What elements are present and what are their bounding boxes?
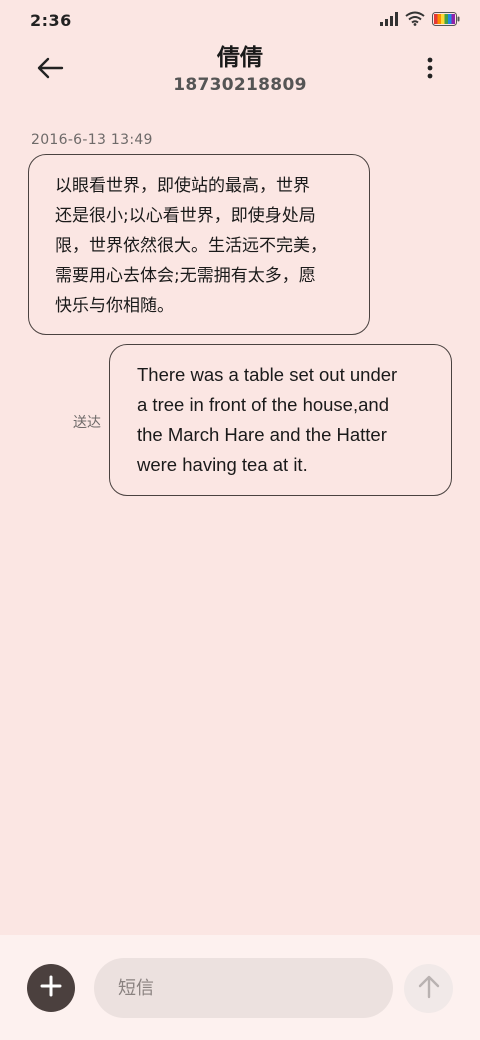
status-time: 2:36 [30, 10, 72, 30]
status-bar: 2:36 [0, 0, 480, 40]
message-line: There was a table set out under [137, 364, 398, 385]
send-arrow-icon [418, 975, 440, 1003]
back-arrow-icon [36, 57, 64, 83]
message-line: 需要用心去体会;无需拥有太多，愿 [55, 266, 316, 286]
message-input[interactable] [94, 958, 393, 1018]
conversation-header: 倩倩 18730218809 [0, 40, 480, 100]
status-icons [380, 11, 460, 30]
more-options-button[interactable] [418, 54, 442, 86]
signal-icon [380, 11, 398, 30]
message-line: 快乐与你相随。 [55, 296, 174, 316]
more-vertical-icon [427, 57, 433, 83]
message-line: 限，世界依然很大。生活远不完美， [55, 236, 327, 256]
message-line: 以眼看世界，即使站的最高，世界 [55, 176, 310, 196]
back-button[interactable] [30, 52, 70, 88]
message-line: 还是很小;以心看世界，即使身处局 [55, 206, 316, 226]
battery-icon [432, 11, 460, 30]
delivery-status: 送达 [73, 415, 101, 431]
attach-button[interactable] [27, 964, 75, 1012]
outgoing-message-bubble[interactable]: There was a table set out under a tree i… [109, 344, 452, 496]
contact-title-block: 倩倩 18730218809 [90, 40, 390, 96]
message-line: were having tea at it. [137, 454, 308, 475]
contact-name: 倩倩 [217, 45, 263, 71]
message-line: the March Hare and the Hatter [137, 424, 387, 445]
message-line: a tree in front of the house,and [137, 394, 389, 415]
contact-number: 18730218809 [173, 75, 307, 95]
send-button[interactable] [404, 964, 453, 1013]
wifi-icon [405, 11, 425, 30]
message-composer [0, 935, 480, 1040]
plus-icon [40, 975, 62, 1001]
message-timestamp: 2016-6-13 13:49 [31, 132, 153, 148]
incoming-message-bubble[interactable]: 以眼看世界，即使站的最高，世界 还是很小;以心看世界，即使身处局 限，世界依然很… [28, 154, 370, 335]
